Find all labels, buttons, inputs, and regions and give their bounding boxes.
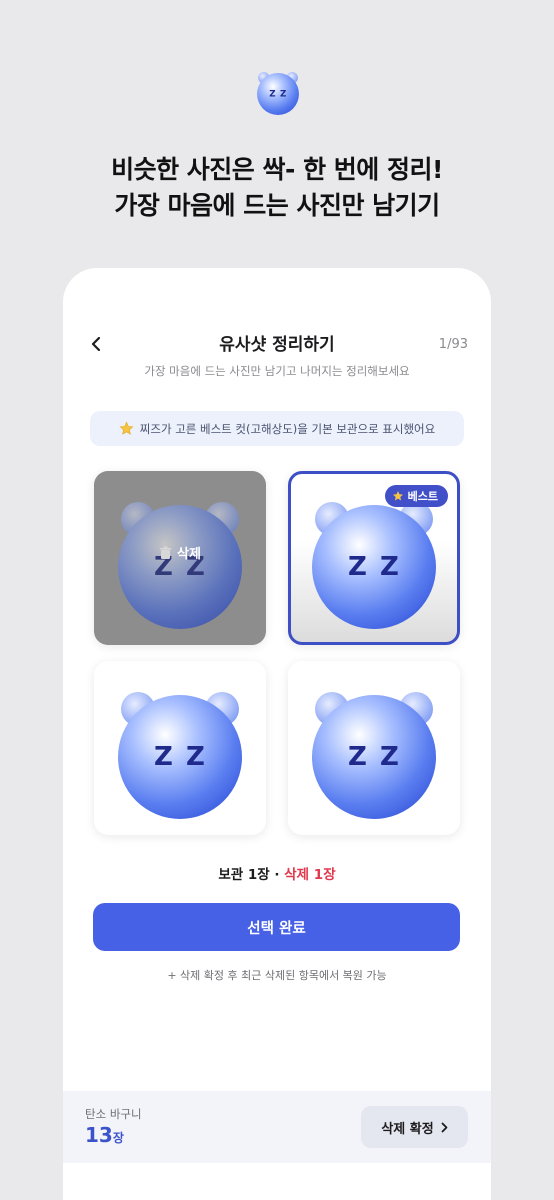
photo-tile[interactable] bbox=[94, 661, 266, 835]
best-pick-notice: 찌즈가 고른 베스트 컷(고해상도)을 기본 보관으로 표시했어요 bbox=[90, 411, 464, 446]
photo-tile[interactable] bbox=[288, 661, 460, 835]
summary-separator: · bbox=[269, 867, 285, 883]
star-icon bbox=[119, 421, 134, 435]
cleanup-card: 유사샷 정리하기 1/93 가장 마음에 드는 사진만 남기고 나머지는 정리해… bbox=[63, 268, 491, 1200]
chevron-right-icon bbox=[441, 1122, 448, 1132]
best-badge: 베스트 bbox=[384, 485, 448, 507]
basket-count: 13장 bbox=[85, 1123, 124, 1147]
selection-complete-button[interactable]: 선택 완료 bbox=[93, 903, 460, 951]
group-counter: 1/93 bbox=[438, 337, 468, 352]
trash-icon bbox=[160, 546, 172, 559]
star-icon bbox=[392, 491, 403, 501]
bear-mascot-icon bbox=[257, 72, 299, 115]
page-subtitle: 가장 마음에 드는 사진만 남기고 나머지는 정리해보세요 bbox=[144, 364, 410, 378]
delete-mark: 삭제 bbox=[94, 543, 266, 562]
keep-count: 보관 1장 bbox=[218, 867, 270, 883]
confirm-delete-label: 삭제 확정 bbox=[381, 1121, 434, 1137]
notice-text: 찌즈가 고른 베스트 컷(고해상도)을 기본 보관으로 표시했어요 bbox=[139, 421, 436, 436]
photo-grid: 삭제 베스트 bbox=[94, 471, 460, 835]
restore-note: + 삭제 확정 후 최근 삭제된 항목에서 복원 가능 bbox=[167, 969, 387, 982]
confirm-delete-button[interactable]: 삭제 확정 bbox=[361, 1106, 468, 1148]
basket-count-unit: 장 bbox=[112, 1131, 124, 1145]
bear-mascot-icon bbox=[312, 502, 436, 629]
bear-mascot-icon bbox=[118, 692, 242, 819]
delete-count: 삭제 1장 bbox=[284, 867, 336, 883]
headline: 비슷한 사진은 싹- 한 번에 정리! 가장 마음에 드는 사진만 남기기 bbox=[0, 152, 554, 224]
photo-tile-best[interactable]: 베스트 bbox=[288, 471, 460, 645]
bear-mascot-icon bbox=[312, 692, 436, 819]
page-title: 유사샷 정리하기 bbox=[219, 335, 335, 355]
headline-line-1: 비슷한 사진은 싹- 한 번에 정리! bbox=[111, 155, 443, 184]
best-label: 베스트 bbox=[407, 490, 438, 503]
photo-tile-delete[interactable]: 삭제 bbox=[94, 471, 266, 645]
headline-line-2: 가장 마음에 드는 사진만 남기기 bbox=[114, 191, 440, 220]
basket-count-number: 13 bbox=[85, 1123, 113, 1147]
selection-summary: 보관 1장 · 삭제 1장 bbox=[63, 863, 491, 883]
carbon-basket-bar: 탄소 바구니 13장 삭제 확정 bbox=[63, 1091, 491, 1163]
basket-label: 탄소 바구니 bbox=[85, 1107, 142, 1121]
delete-label: 삭제 bbox=[177, 547, 201, 562]
